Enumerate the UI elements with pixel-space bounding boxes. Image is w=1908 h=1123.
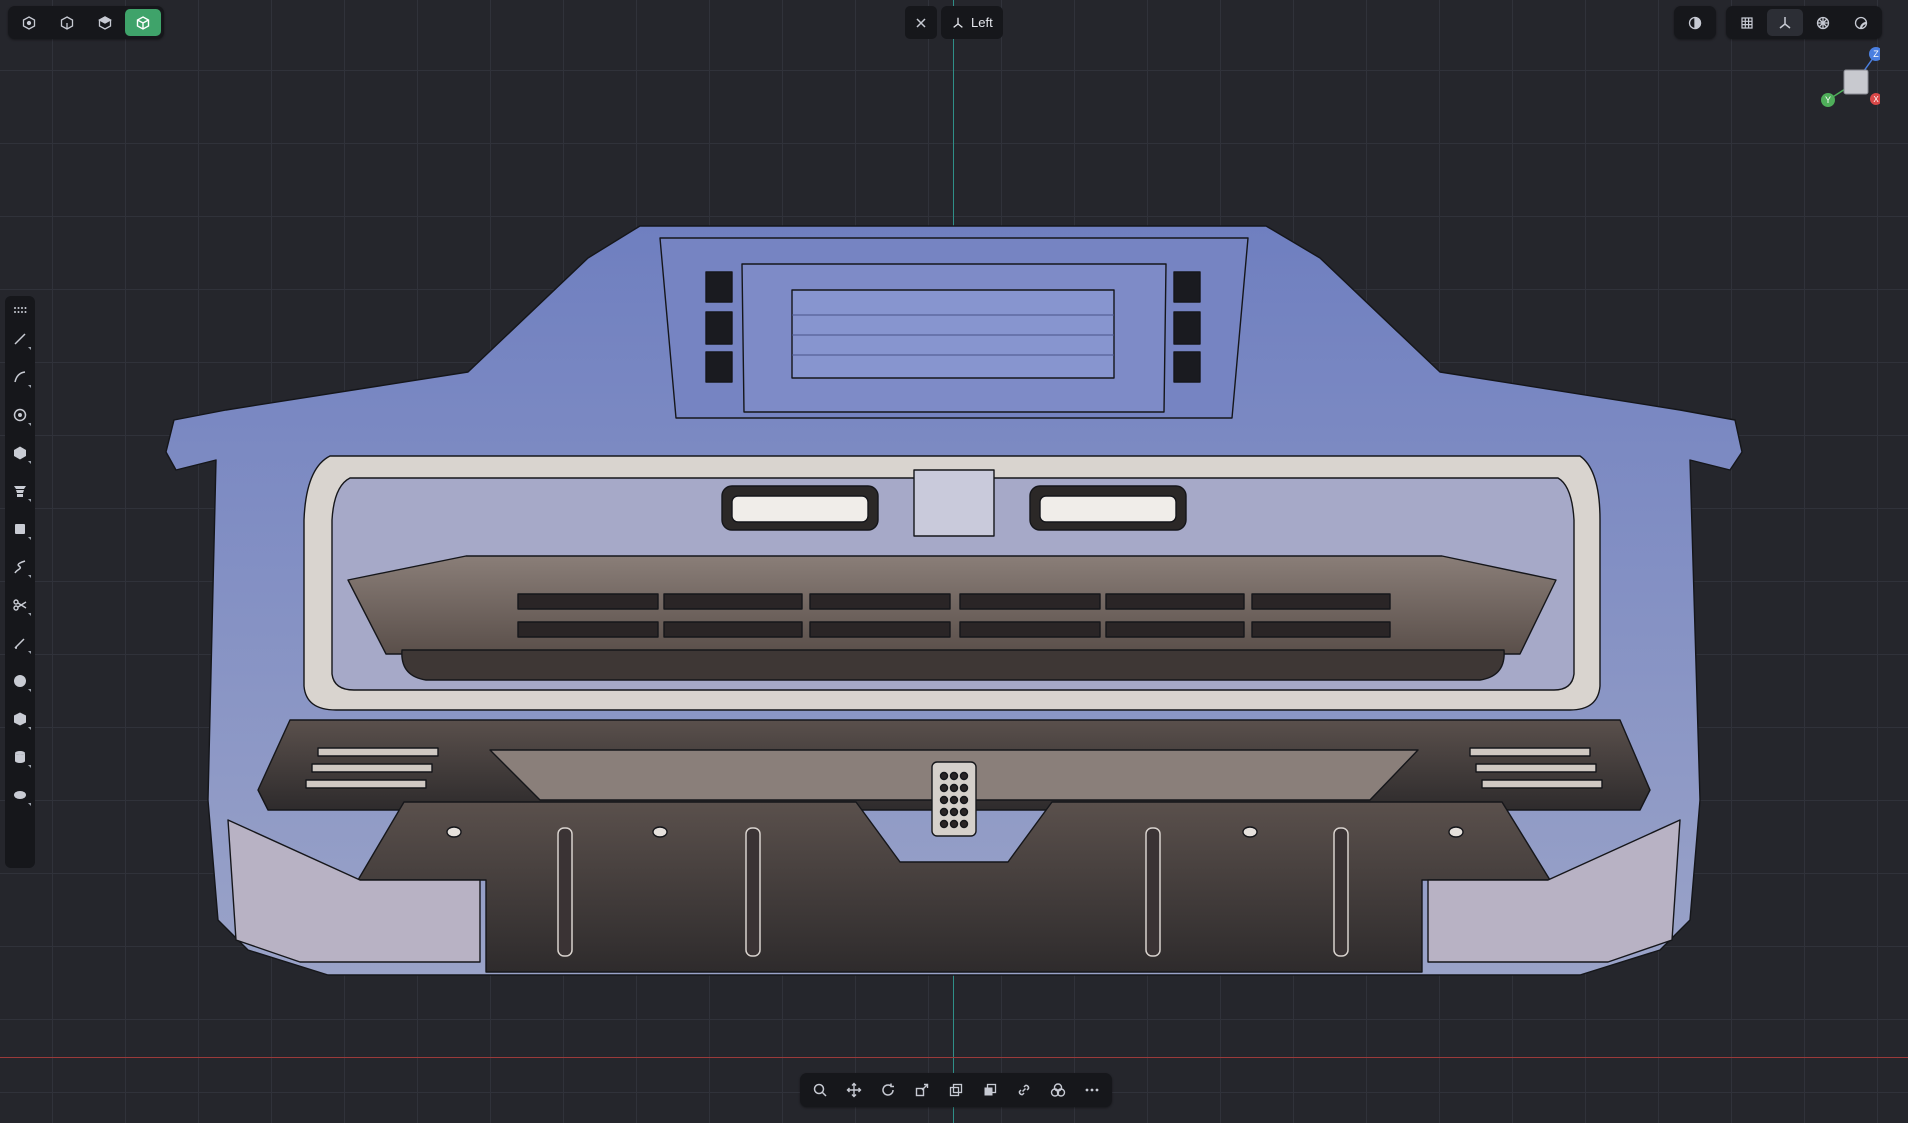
boolean-icon[interactable] [974,1076,1006,1104]
polygon-tool-icon[interactable] [7,434,33,472]
object-select-icon[interactable] [125,9,161,36]
scale-icon[interactable] [906,1076,938,1104]
trim-tool-icon[interactable] [7,586,33,624]
cylinder-tool-icon[interactable] [7,738,33,776]
transform-toolbar [800,1073,1112,1107]
gizmo-z-label: Z [1873,49,1879,59]
orientation-gizmo[interactable]: Z Y X [1820,46,1883,108]
move-icon[interactable] [838,1076,870,1104]
display-toolbar [1674,6,1716,39]
grid-icon[interactable] [1729,9,1765,36]
box-select-icon[interactable] [7,510,33,548]
snap-icon[interactable] [1805,9,1841,36]
axes-icon[interactable] [1767,9,1803,36]
axes-icon [953,17,963,28]
view-name-label: Left [971,15,993,30]
sphere-icon[interactable] [1843,9,1879,36]
pen-tool-icon[interactable] [7,624,33,662]
gizmo-y-label: Y [1825,95,1831,105]
spline-tool-icon[interactable] [7,548,33,586]
close-icon[interactable] [905,6,937,39]
curve-tool-icon[interactable] [7,358,33,396]
line-tool-icon[interactable] [7,320,33,358]
car-model[interactable] [0,0,1908,1123]
3d-viewport[interactable]: Left Z Y X [0,0,1908,1123]
view-name-button[interactable]: Left [941,6,1003,39]
face-select-icon[interactable] [87,9,123,36]
sphere-tool-icon[interactable] [7,662,33,700]
torus-tool-icon[interactable] [7,776,33,814]
rotate-icon[interactable] [872,1076,904,1104]
view-toolbar [1726,6,1882,39]
circle-tool-icon[interactable] [7,396,33,434]
more-icon[interactable] [1076,1076,1108,1104]
cube-tool-icon[interactable] [7,700,33,738]
edge-select-icon[interactable] [49,9,85,36]
group-icon[interactable] [1042,1076,1074,1104]
extrude-tool-icon[interactable] [7,472,33,510]
zoom-icon[interactable] [804,1076,836,1104]
drag-handle-icon[interactable] [7,300,33,320]
view-selector: Left [905,6,1003,39]
vertex-select-icon[interactable] [11,9,47,36]
half-circle-icon[interactable] [1677,9,1713,36]
duplicate-icon[interactable] [940,1076,972,1104]
link-icon[interactable] [1008,1076,1040,1104]
selection-mode-toolbar [8,6,164,39]
modeling-tools-toolbar [5,296,35,868]
gizmo-x-label: X [1873,95,1879,104]
